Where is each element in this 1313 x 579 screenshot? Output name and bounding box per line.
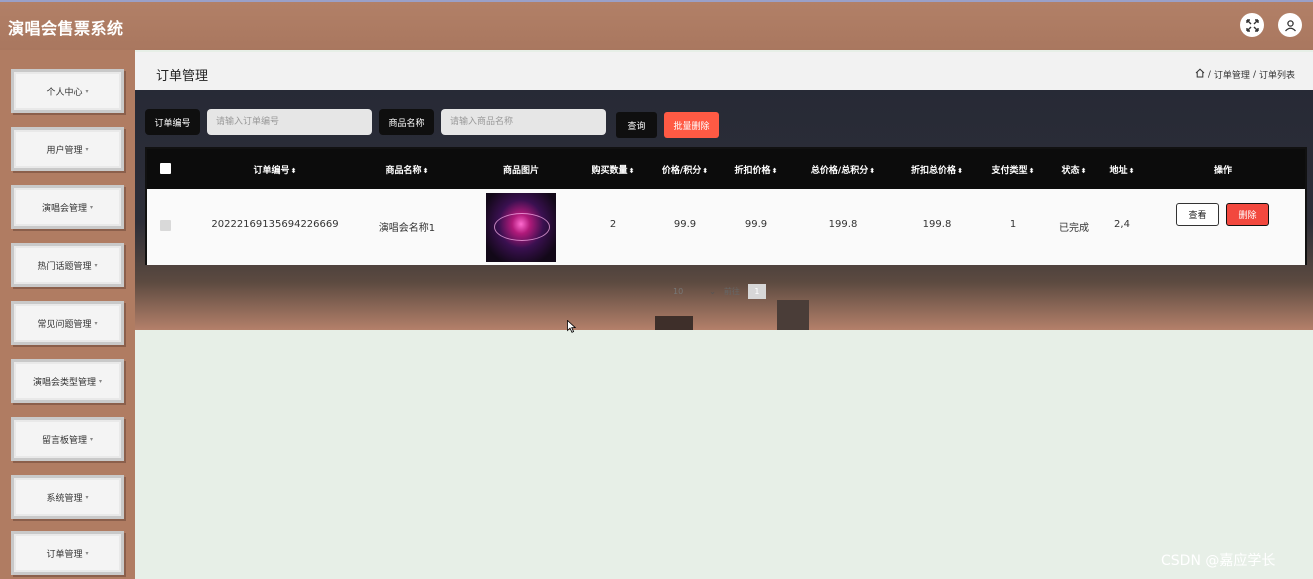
page-size-select[interactable]: 10 bbox=[673, 287, 683, 296]
caret-down-icon: ▾ bbox=[90, 203, 94, 211]
sidebar-item-label: 个人中心 bbox=[46, 87, 83, 98]
breadcrumb: / 订单管理 / 订单列表 bbox=[1195, 68, 1295, 81]
query-button[interactable]: 查询 bbox=[616, 112, 657, 138]
table-header: 订单编号⬍ 商品名称⬍ 商品图片 购买数量⬍ 价格/积分⬍ 折扣价格⬍ 总价格/… bbox=[147, 149, 1305, 189]
sort-icon: ⬍ bbox=[422, 167, 429, 175]
sidebar-item-concerts[interactable]: 演唱会管理 ▾ bbox=[11, 185, 124, 229]
goto-label: 前往 bbox=[723, 286, 740, 296]
column-header[interactable]: 折扣总价格⬍ bbox=[911, 163, 963, 176]
caret-down-icon: ▾ bbox=[94, 261, 98, 269]
product-name-label: 商品名称 bbox=[379, 109, 434, 135]
select-all-checkbox[interactable] bbox=[160, 163, 171, 174]
mouse-cursor-icon bbox=[567, 318, 577, 337]
background-panel: 订单编号 商品名称 查询 批量删除 订单编号⬍ 商品名称⬍ 商品图片 购买数量⬍… bbox=[135, 90, 1313, 330]
sidebar-item-label: 热门话题管理 bbox=[37, 261, 92, 272]
caret-down-icon: ▾ bbox=[99, 377, 103, 385]
sidebar-item-faq[interactable]: 常见问题管理 ▾ bbox=[11, 301, 124, 345]
chevron-down-icon[interactable]: ⌄ bbox=[709, 287, 716, 296]
app-title: 演唱会售票系统 bbox=[8, 19, 124, 38]
cell-address: 2,4 bbox=[1114, 219, 1130, 230]
top-bar: 演唱会售票系统 bbox=[0, 0, 1313, 50]
sort-icon: ⬍ bbox=[290, 167, 297, 175]
cell-price: 99.9 bbox=[673, 219, 697, 230]
pagination: 10 ⌄ 前往 1 bbox=[673, 283, 766, 299]
sidebar-item-label: 订单管理 bbox=[46, 549, 83, 560]
sidebar-item-label: 演唱会类型管理 bbox=[32, 377, 96, 388]
breadcrumb-separator: / bbox=[1252, 69, 1256, 80]
home-icon[interactable] bbox=[1195, 68, 1205, 81]
sort-icon: ⬍ bbox=[1080, 167, 1087, 175]
sidebar-item-label: 演唱会管理 bbox=[41, 203, 87, 214]
caret-down-icon: ▾ bbox=[85, 493, 89, 501]
view-button[interactable]: 查看 bbox=[1176, 203, 1219, 226]
caret-down-icon: ▾ bbox=[85, 87, 89, 95]
sort-icon: ⬍ bbox=[869, 167, 876, 175]
column-header[interactable]: 订单编号⬍ bbox=[254, 163, 297, 176]
cell-status: 已完成 bbox=[1059, 223, 1089, 234]
caret-down-icon: ▾ bbox=[94, 319, 98, 327]
background-building bbox=[655, 316, 693, 330]
sidebar-item-label: 常见问题管理 bbox=[37, 319, 92, 330]
order-no-input[interactable] bbox=[207, 109, 372, 135]
sidebar-item-personal-center[interactable]: 个人中心 ▾ bbox=[11, 69, 124, 113]
breadcrumb-level1[interactable]: 订单管理 bbox=[1214, 68, 1250, 81]
sidebar-item-system[interactable]: 系统管理 ▾ bbox=[11, 475, 124, 519]
sort-icon: ⬍ bbox=[1128, 167, 1135, 175]
order-no-label: 订单编号 bbox=[145, 109, 200, 135]
watermark: CSDN @嘉应学长 bbox=[1161, 553, 1276, 569]
page-header: 订单管理 / 订单管理 / 订单列表 bbox=[135, 52, 1313, 90]
column-header[interactable]: 地址⬍ bbox=[1110, 163, 1135, 176]
main-content: 订单管理 / 订单管理 / 订单列表 订单编号 商品名称 查询 批量删除 订单编… bbox=[135, 50, 1313, 579]
sidebar: 个人中心 ▾ 用户管理 ▾ 演唱会管理 ▾ 热门话题管理 ▾ 常见问题管理 ▾ 演唱会类型… bbox=[0, 50, 135, 579]
background-building bbox=[777, 300, 809, 330]
sidebar-item-orders[interactable]: 订单管理 ▾ bbox=[11, 531, 124, 575]
user-icon[interactable] bbox=[1278, 13, 1302, 37]
expand-icon[interactable] bbox=[1240, 13, 1264, 37]
sidebar-item-message-board[interactable]: 留言板管理 ▾ bbox=[11, 417, 124, 461]
column-header: 商品图片 bbox=[502, 166, 540, 176]
row-checkbox[interactable] bbox=[160, 220, 171, 231]
column-header[interactable]: 折扣价格⬍ bbox=[735, 163, 778, 176]
sidebar-item-label: 留言板管理 bbox=[41, 435, 87, 446]
sort-icon: ⬍ bbox=[1028, 167, 1035, 175]
page-title: 订单管理 bbox=[156, 69, 209, 84]
column-header[interactable]: 购买数量⬍ bbox=[592, 163, 635, 176]
batch-delete-button[interactable]: 批量删除 bbox=[664, 112, 719, 138]
sidebar-item-label: 用户管理 bbox=[46, 145, 83, 156]
sidebar-item-label: 系统管理 bbox=[46, 493, 83, 504]
orders-table: 订单编号⬍ 商品名称⬍ 商品图片 购买数量⬍ 价格/积分⬍ 折扣价格⬍ 总价格/… bbox=[145, 147, 1307, 265]
sort-icon: ⬍ bbox=[771, 167, 778, 175]
product-name-input[interactable] bbox=[441, 109, 606, 135]
sidebar-item-concert-types[interactable]: 演唱会类型管理 ▾ bbox=[11, 359, 124, 403]
column-header[interactable]: 商品名称⬍ bbox=[386, 163, 429, 176]
sidebar-item-users[interactable]: 用户管理 ▾ bbox=[11, 127, 124, 171]
cell-discount-total: 199.8 bbox=[922, 219, 952, 230]
cell-quantity: 2 bbox=[609, 219, 617, 230]
product-image bbox=[486, 193, 556, 262]
page-number[interactable]: 1 bbox=[747, 283, 766, 299]
cell-product-name: 演唱会名称1 bbox=[378, 223, 436, 234]
cell-discount-price: 99.9 bbox=[744, 219, 768, 230]
table-row: 20222169135694226669 演唱会名称1 2 99.9 99.9 … bbox=[147, 189, 1305, 265]
breadcrumb-separator: / bbox=[1207, 69, 1211, 80]
sidebar-item-hot-topics[interactable]: 热门话题管理 ▾ bbox=[11, 243, 124, 287]
caret-down-icon: ▾ bbox=[85, 549, 89, 557]
column-header[interactable]: 价格/积分⬍ bbox=[662, 163, 708, 176]
column-header[interactable]: 支付类型⬍ bbox=[992, 163, 1035, 176]
caret-down-icon: ▾ bbox=[85, 145, 89, 153]
cell-total-price: 199.8 bbox=[828, 219, 858, 230]
sort-icon: ⬍ bbox=[628, 167, 635, 175]
cell-order-no: 20222169135694226669 bbox=[211, 219, 339, 230]
caret-down-icon: ▾ bbox=[90, 435, 94, 443]
column-header: 操作 bbox=[1213, 166, 1233, 176]
sort-icon: ⬍ bbox=[702, 167, 709, 175]
sort-icon: ⬍ bbox=[957, 167, 963, 175]
column-header[interactable]: 状态⬍ bbox=[1062, 163, 1087, 176]
cell-pay-type: 1 bbox=[1009, 219, 1017, 230]
column-header[interactable]: 总价格/总积分⬍ bbox=[811, 163, 875, 176]
breadcrumb-level2: 订单列表 bbox=[1258, 71, 1295, 81]
delete-button[interactable]: 删除 bbox=[1226, 203, 1269, 226]
